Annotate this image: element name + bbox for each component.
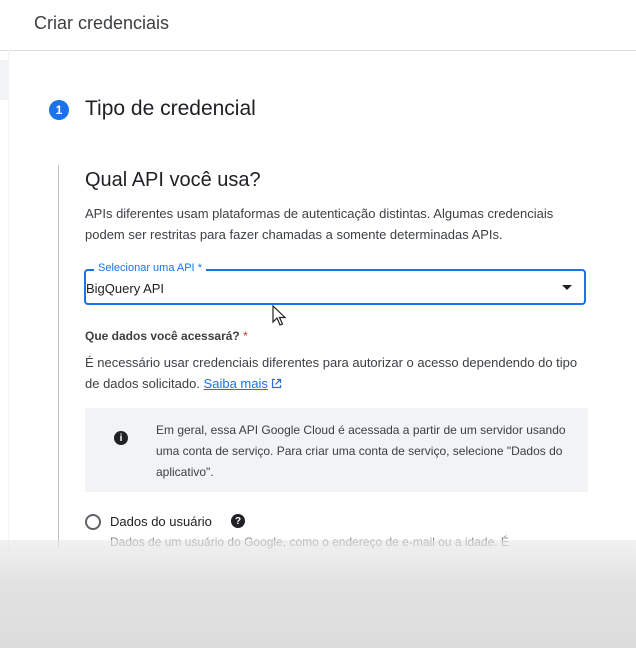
dropdown-arrow-icon: [562, 285, 572, 290]
sidebar-edge: [0, 60, 8, 100]
data-question-description: É necessário usar credenciais diferentes…: [85, 355, 578, 391]
api-select[interactable]: Selecionar uma API * BigQuery API: [84, 262, 586, 305]
external-link-icon: [271, 378, 281, 389]
top-bar: Criar credenciais: [0, 0, 636, 51]
user-data-radio[interactable]: [85, 514, 101, 530]
user-data-radio-label[interactable]: Dados do usuário: [110, 514, 212, 529]
info-icon: i: [114, 431, 128, 445]
section-description: APIs diferentes usam plataformas de aute…: [85, 206, 554, 242]
step-number-badge: 1: [49, 100, 69, 120]
learn-more-link[interactable]: Saiba mais: [204, 376, 268, 391]
step-connector-line: [58, 165, 59, 548]
section-heading: Qual API você usa?: [85, 169, 261, 191]
help-icon[interactable]: ?: [231, 514, 245, 528]
step-title: Tipo de credencial: [85, 97, 256, 120]
api-select-label: Selecionar uma API *: [94, 262, 206, 274]
page-title: Criar credenciais: [34, 13, 170, 33]
data-question-label: Que dados você acessará? *: [85, 329, 248, 343]
sidebar-divider: [8, 50, 9, 550]
mouse-cursor-icon: [272, 305, 287, 326]
info-callout: i Em geral, essa API Google Cloud é aces…: [85, 408, 588, 492]
info-text: Em geral, essa API Google Cloud é acessa…: [156, 423, 566, 479]
api-select-value: BigQuery API: [86, 281, 165, 296]
bottom-fade-overlay: [0, 540, 636, 648]
